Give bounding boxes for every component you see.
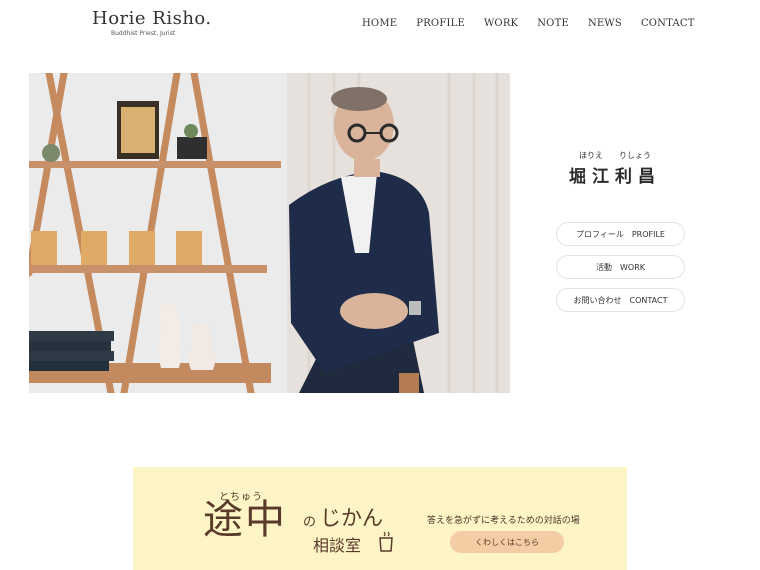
contact-button[interactable]: お問い合わせ CONTACT [556, 288, 685, 312]
nav-profile[interactable]: PROFILE [416, 18, 465, 29]
banner-title-main: 途中 [203, 497, 287, 543]
full-name: 堀江利昌 [569, 167, 661, 187]
nav-home[interactable]: HOME [362, 18, 397, 29]
logo-title: Horie Risho. [92, 8, 212, 29]
nav-news[interactable]: NEWS [588, 18, 622, 29]
hero-photo [29, 73, 510, 393]
ruby-given: りしょう [619, 151, 651, 160]
logo-subtitle: Buddhist Priest, Jurist [111, 30, 176, 37]
site-logo[interactable]: Horie Risho. Buddhist Priest, Jurist [92, 8, 212, 37]
profile-name: ほりえ りしょう 堀江利昌 [560, 150, 670, 187]
ruby-family: ほりえ [579, 151, 603, 160]
nav-contact[interactable]: CONTACT [641, 18, 695, 29]
banner-details-button[interactable]: くわしくはこちら [450, 531, 564, 553]
banner-title-jikan: じかん [320, 506, 383, 530]
banner-tagline: 答えを急がずに考えるための対話の場 [427, 516, 580, 526]
banner-title-sodan: 相談室 [313, 536, 362, 555]
main-nav: HOME PROFILE WORK NOTE NEWS CONTACT [362, 18, 695, 29]
profile-button[interactable]: プロフィール PROFILE [556, 222, 685, 246]
cup-icon [377, 531, 395, 557]
name-ruby: ほりえ りしょう [560, 150, 670, 161]
nav-note[interactable]: NOTE [537, 18, 569, 29]
nav-work[interactable]: WORK [484, 18, 518, 29]
banner-title-no: の [303, 515, 317, 530]
hero-photo-illustration [29, 73, 510, 393]
work-button[interactable]: 活動 WORK [556, 255, 685, 279]
